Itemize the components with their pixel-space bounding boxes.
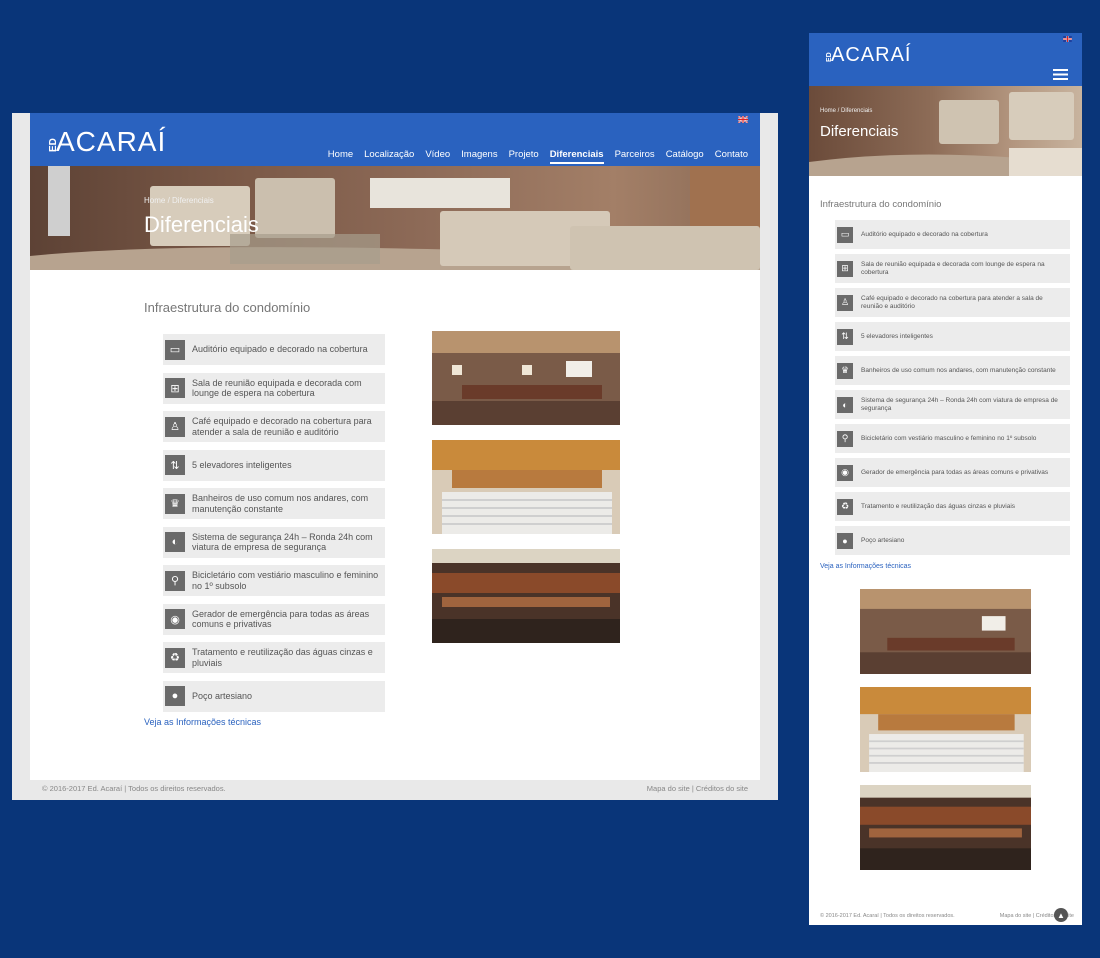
auditorium-image[interactable] xyxy=(432,440,620,534)
desktop-page: ED ACARAÍ Home Localização Vídeo Imagens… xyxy=(30,113,760,780)
feature-item: ◉ Gerador de emergência para todas as áre… xyxy=(835,458,1070,487)
generator-icon: ◉ xyxy=(837,464,853,481)
mobile-footer-copyright: © 2016-2017 Ed. Acaraí | Todos os direit… xyxy=(820,913,955,919)
feature-item: ◉ Gerador de emergência para todas as áre… xyxy=(163,603,385,635)
mobile-hero-banner: Home / Diferenciais Diferenciais xyxy=(809,86,1082,176)
page-title: Diferenciais xyxy=(820,123,899,140)
feature-item: ⚲ Bicicletário com vestiário masculino e … xyxy=(835,424,1070,453)
nav-catalogo[interactable]: Catálogo xyxy=(666,149,704,164)
elevator-icon: ⇅ xyxy=(837,328,853,345)
water-drop-icon: ● xyxy=(837,532,853,549)
mobile-logo[interactable]: ED ACARAÍ xyxy=(819,42,949,64)
breadcrumb-current: Diferenciais xyxy=(172,196,214,205)
feature-list: ▭ Auditório equipado e decorado na cobert… xyxy=(835,220,1070,560)
generator-icon: ◉ xyxy=(165,609,185,629)
desktop-header: ED ACARAÍ Home Localização Vídeo Imagens… xyxy=(30,113,760,166)
desktop-mockup: ED ACARAÍ Home Localização Vídeo Imagens… xyxy=(12,113,778,800)
feature-item: ◐ Sistema de segurança 24h – Ronda 24h co… xyxy=(163,526,385,558)
hamburger-menu-icon[interactable] xyxy=(1053,69,1068,80)
recycle-icon: ♻ xyxy=(165,647,185,668)
svg-text:ACARAÍ: ACARAÍ xyxy=(831,43,911,64)
breadcrumb: Home / Diferenciais xyxy=(144,196,214,205)
nav-projeto[interactable]: Projeto xyxy=(509,149,539,164)
lounge-image xyxy=(30,166,760,270)
cafe-image[interactable] xyxy=(432,549,620,643)
security-icon: ◐ xyxy=(837,396,853,413)
nav-diferenciais[interactable]: Diferenciais xyxy=(549,149,604,164)
desktop-logo[interactable]: ED ACARAÍ xyxy=(40,125,220,155)
nav-video[interactable]: Vídeo xyxy=(425,149,450,164)
feature-item: ● Poço artesiano xyxy=(163,680,385,712)
feature-item: ⊞ Sala de reunião equipada e decorada com… xyxy=(835,254,1070,283)
uk-flag-icon[interactable] xyxy=(738,116,748,123)
nav-contato[interactable]: Contato xyxy=(715,149,748,164)
meeting-room-icon: ⊞ xyxy=(165,378,185,398)
breadcrumb-current: Diferenciais xyxy=(841,108,873,114)
main-nav: Home Localização Vídeo Imagens Projeto D… xyxy=(328,149,748,164)
feature-item: ♻ Tratamento e reutilização das águas cin… xyxy=(835,492,1070,521)
sitemap-link[interactable]: Mapa do site xyxy=(647,784,690,793)
recycle-icon: ♻ xyxy=(837,498,853,515)
bicycle-icon: ⚲ xyxy=(837,430,853,447)
bicycle-icon: ⚲ xyxy=(165,570,185,591)
auditorium-icon: ▭ xyxy=(837,226,853,243)
feature-item: ♻ Tratamento e reutilização das águas cin… xyxy=(163,642,385,673)
nav-imagens[interactable]: Imagens xyxy=(461,149,497,164)
cafe-image[interactable] xyxy=(860,785,1031,870)
technical-info-link[interactable]: Veja as Informações técnicas xyxy=(144,717,261,727)
breadcrumb-home[interactable]: Home xyxy=(144,196,165,205)
water-drop-icon: ● xyxy=(165,686,185,706)
page-title: Diferenciais xyxy=(144,212,259,237)
feature-item: ♛ Banheiros de uso comum nos andares, com… xyxy=(163,488,385,519)
nav-parceiros[interactable]: Parceiros xyxy=(615,149,655,164)
feature-item: ▭ Auditório equipado e decorado na cobert… xyxy=(163,334,385,365)
credits-link[interactable]: Créditos do site xyxy=(696,784,748,793)
breadcrumb-home[interactable]: Home xyxy=(820,108,836,114)
meeting-room-icon: ⊞ xyxy=(837,260,853,277)
sitemap-link[interactable]: Mapa do site xyxy=(1000,913,1032,919)
gallery xyxy=(432,331,760,658)
svg-text:ACARAÍ: ACARAÍ xyxy=(56,126,166,155)
feature-item: ⚲ Bicicletário com vestiário masculino e … xyxy=(163,565,385,596)
uk-flag-icon[interactable] xyxy=(1063,36,1072,42)
feature-item: ▭ Auditório equipado e decorado na cobert… xyxy=(835,220,1070,249)
gallery xyxy=(860,589,1082,883)
back-to-top-icon[interactable]: ▲ xyxy=(1054,908,1068,922)
auditorium-icon: ▭ xyxy=(165,339,185,360)
meeting-room-image[interactable] xyxy=(432,331,620,425)
technical-info-link[interactable]: Veja as Informações técnicas xyxy=(820,563,911,570)
feature-item: ● Poço artesiano xyxy=(835,526,1070,555)
desktop-footer-copyright: © 2016-2017 Ed. Acaraí | Todos os direit… xyxy=(42,784,226,793)
nav-localizacao[interactable]: Localização xyxy=(364,149,414,164)
restroom-icon: ♛ xyxy=(165,493,185,514)
feature-item: ⇅ 5 elevadores inteligentes xyxy=(835,322,1070,351)
mobile-mockup: ED ACARAÍ Home / Diferenciais Diferencia… xyxy=(809,33,1082,925)
restroom-icon: ♛ xyxy=(837,362,853,379)
security-icon: ◐ xyxy=(165,532,185,552)
feature-item: ⊞ Sala de reunião equipada e decorada com… xyxy=(163,372,385,404)
breadcrumb: Home / Diferenciais xyxy=(820,108,873,114)
people-icon: ♙ xyxy=(165,416,185,437)
people-icon: ♙ xyxy=(837,294,853,311)
feature-item: ⇅ 5 elevadores inteligentes xyxy=(163,449,385,481)
hero-banner: Home / Diferenciais Diferenciais xyxy=(30,166,760,270)
feature-item: ◐ Sistema de segurança 24h – Ronda 24h co… xyxy=(835,390,1070,419)
desktop-footer-links: Mapa do site | Créditos do site xyxy=(646,784,748,793)
feature-list: ▭ Auditório equipado e decorado na cobert… xyxy=(163,334,385,719)
feature-item: ♛ Banheiros de uso comum nos andares, com… xyxy=(835,356,1070,385)
meeting-room-image[interactable] xyxy=(860,589,1031,674)
mobile-header: ED ACARAÍ xyxy=(809,33,1082,86)
feature-item: ♙ Café equipado e decorado na cobertura p… xyxy=(835,288,1070,317)
feature-item: ♙ Café equipado e decorado na cobertura p… xyxy=(163,411,385,442)
section-title: Infraestrutura do condomínio xyxy=(820,199,942,210)
auditorium-image[interactable] xyxy=(860,687,1031,772)
elevator-icon: ⇅ xyxy=(165,455,185,475)
nav-home[interactable]: Home xyxy=(328,149,353,164)
section-title: Infraestrutura do condomínio xyxy=(144,300,311,315)
